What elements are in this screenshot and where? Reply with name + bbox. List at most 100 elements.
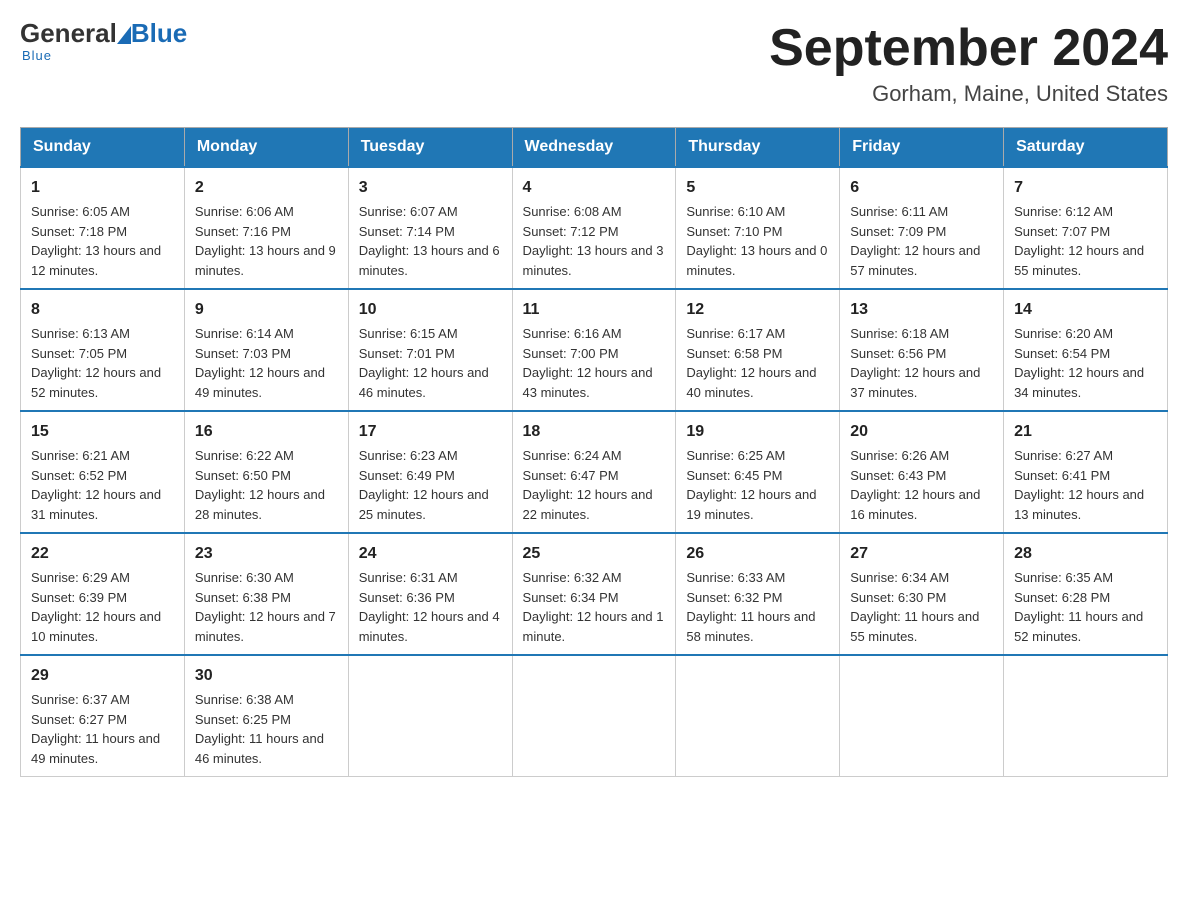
day-info: Sunrise: 6:11 AMSunset: 7:09 PMDaylight:…	[850, 204, 980, 278]
calendar-day-cell: 11Sunrise: 6:16 AMSunset: 7:00 PMDayligh…	[512, 289, 676, 411]
calendar-day-cell	[676, 655, 840, 777]
day-number: 9	[195, 298, 338, 322]
day-info: Sunrise: 6:08 AMSunset: 7:12 PMDaylight:…	[523, 204, 664, 278]
day-number: 16	[195, 420, 338, 444]
day-number: 5	[686, 176, 829, 200]
day-info: Sunrise: 6:15 AMSunset: 7:01 PMDaylight:…	[359, 326, 489, 400]
calendar-day-cell	[1004, 655, 1168, 777]
day-info: Sunrise: 6:25 AMSunset: 6:45 PMDaylight:…	[686, 448, 816, 522]
day-number: 4	[523, 176, 666, 200]
day-info: Sunrise: 6:07 AMSunset: 7:14 PMDaylight:…	[359, 204, 500, 278]
calendar-header-wednesday: Wednesday	[512, 128, 676, 168]
calendar-day-cell: 18 Sunrise: 6:24 AMSunset: 6:47 PMDayligh…	[512, 411, 676, 533]
calendar-header-thursday: Thursday	[676, 128, 840, 168]
day-number: 22	[31, 542, 174, 566]
calendar-day-cell: 7 Sunrise: 6:12 AMSunset: 7:07 PMDaylight…	[1004, 167, 1168, 289]
day-number: 27	[850, 542, 993, 566]
day-number: 18	[523, 420, 666, 444]
calendar-day-cell: 6 Sunrise: 6:11 AMSunset: 7:09 PMDaylight…	[840, 167, 1004, 289]
calendar-day-cell: 2 Sunrise: 6:06 AMSunset: 7:16 PMDaylight…	[184, 167, 348, 289]
logo-general-text: General	[20, 20, 117, 46]
day-number: 19	[686, 420, 829, 444]
calendar-day-cell: 24Sunrise: 6:31 AMSunset: 6:36 PMDayligh…	[348, 533, 512, 655]
day-number: 1	[31, 176, 174, 200]
calendar-day-cell: 28Sunrise: 6:35 AMSunset: 6:28 PMDayligh…	[1004, 533, 1168, 655]
title-area: September 2024 Gorham, Maine, United Sta…	[769, 20, 1168, 107]
calendar-day-cell: 20Sunrise: 6:26 AMSunset: 6:43 PMDayligh…	[840, 411, 1004, 533]
day-number: 10	[359, 298, 502, 322]
logo-blue-text: Blue	[131, 20, 187, 46]
day-info: Sunrise: 6:20 AMSunset: 6:54 PMDaylight:…	[1014, 326, 1144, 400]
day-info: Sunrise: 6:17 AMSunset: 6:58 PMDaylight:…	[686, 326, 816, 400]
day-info: Sunrise: 6:10 AMSunset: 7:10 PMDaylight:…	[686, 204, 827, 278]
day-number: 30	[195, 664, 338, 688]
day-info: Sunrise: 6:23 AMSunset: 6:49 PMDaylight:…	[359, 448, 489, 522]
calendar-day-cell: 30 Sunrise: 6:38 AMSunset: 6:25 PMDayligh…	[184, 655, 348, 777]
calendar-day-cell: 10 Sunrise: 6:15 AMSunset: 7:01 PMDayligh…	[348, 289, 512, 411]
calendar-day-cell: 5 Sunrise: 6:10 AMSunset: 7:10 PMDaylight…	[676, 167, 840, 289]
day-info: Sunrise: 6:05 AMSunset: 7:18 PMDaylight:…	[31, 204, 161, 278]
calendar-header-sunday: Sunday	[21, 128, 185, 168]
calendar-day-cell: 17 Sunrise: 6:23 AMSunset: 6:49 PMDayligh…	[348, 411, 512, 533]
day-info: Sunrise: 6:38 AMSunset: 6:25 PMDaylight:…	[195, 692, 324, 766]
calendar-week-row: 1 Sunrise: 6:05 AMSunset: 7:18 PMDaylight…	[21, 167, 1168, 289]
day-info: Sunrise: 6:24 AMSunset: 6:47 PMDaylight:…	[523, 448, 653, 522]
calendar-day-cell: 15Sunrise: 6:21 AMSunset: 6:52 PMDayligh…	[21, 411, 185, 533]
calendar-table: SundayMondayTuesdayWednesdayThursdayFrid…	[20, 127, 1168, 777]
calendar-day-cell: 27 Sunrise: 6:34 AMSunset: 6:30 PMDayligh…	[840, 533, 1004, 655]
calendar-day-cell: 8Sunrise: 6:13 AMSunset: 7:05 PMDaylight…	[21, 289, 185, 411]
day-number: 2	[195, 176, 338, 200]
day-number: 8	[31, 298, 174, 322]
calendar-week-row: 29 Sunrise: 6:37 AMSunset: 6:27 PMDayligh…	[21, 655, 1168, 777]
day-number: 12	[686, 298, 829, 322]
calendar-day-cell: 21 Sunrise: 6:27 AMSunset: 6:41 PMDayligh…	[1004, 411, 1168, 533]
calendar-week-row: 8Sunrise: 6:13 AMSunset: 7:05 PMDaylight…	[21, 289, 1168, 411]
calendar-day-cell	[348, 655, 512, 777]
logo-underline: Blue	[22, 48, 52, 63]
day-number: 7	[1014, 176, 1157, 200]
month-title: September 2024	[769, 20, 1168, 77]
calendar-day-cell: 16 Sunrise: 6:22 AMSunset: 6:50 PMDayligh…	[184, 411, 348, 533]
day-info: Sunrise: 6:34 AMSunset: 6:30 PMDaylight:…	[850, 570, 979, 644]
calendar-day-cell: 12 Sunrise: 6:17 AMSunset: 6:58 PMDayligh…	[676, 289, 840, 411]
day-number: 13	[850, 298, 993, 322]
day-number: 29	[31, 664, 174, 688]
page-header: General Blue Blue September 2024 Gorham,…	[20, 20, 1168, 107]
day-number: 26	[686, 542, 829, 566]
calendar-week-row: 22 Sunrise: 6:29 AMSunset: 6:39 PMDayligh…	[21, 533, 1168, 655]
day-number: 25	[523, 542, 666, 566]
day-info: Sunrise: 6:30 AMSunset: 6:38 PMDaylight:…	[195, 570, 336, 644]
day-info: Sunrise: 6:33 AMSunset: 6:32 PMDaylight:…	[686, 570, 815, 644]
day-info: Sunrise: 6:29 AMSunset: 6:39 PMDaylight:…	[31, 570, 161, 644]
calendar-day-cell	[512, 655, 676, 777]
day-number: 17	[359, 420, 502, 444]
calendar-day-cell: 4 Sunrise: 6:08 AMSunset: 7:12 PMDaylight…	[512, 167, 676, 289]
calendar-day-cell: 29 Sunrise: 6:37 AMSunset: 6:27 PMDayligh…	[21, 655, 185, 777]
calendar-header-monday: Monday	[184, 128, 348, 168]
day-info: Sunrise: 6:18 AMSunset: 6:56 PMDaylight:…	[850, 326, 980, 400]
day-number: 24	[359, 542, 502, 566]
day-info: Sunrise: 6:12 AMSunset: 7:07 PMDaylight:…	[1014, 204, 1144, 278]
calendar-day-cell: 9Sunrise: 6:14 AMSunset: 7:03 PMDaylight…	[184, 289, 348, 411]
calendar-day-cell: 3Sunrise: 6:07 AMSunset: 7:14 PMDaylight…	[348, 167, 512, 289]
calendar-header-friday: Friday	[840, 128, 1004, 168]
day-number: 11	[523, 298, 666, 322]
calendar-header-tuesday: Tuesday	[348, 128, 512, 168]
day-info: Sunrise: 6:22 AMSunset: 6:50 PMDaylight:…	[195, 448, 325, 522]
logo-triangle-icon	[117, 26, 131, 44]
calendar-day-cell: 26 Sunrise: 6:33 AMSunset: 6:32 PMDayligh…	[676, 533, 840, 655]
day-info: Sunrise: 6:27 AMSunset: 6:41 PMDaylight:…	[1014, 448, 1144, 522]
calendar-day-cell: 14 Sunrise: 6:20 AMSunset: 6:54 PMDayligh…	[1004, 289, 1168, 411]
logo: General Blue Blue	[20, 20, 187, 63]
day-number: 6	[850, 176, 993, 200]
calendar-day-cell: 19 Sunrise: 6:25 AMSunset: 6:45 PMDayligh…	[676, 411, 840, 533]
day-number: 20	[850, 420, 993, 444]
day-info: Sunrise: 6:06 AMSunset: 7:16 PMDaylight:…	[195, 204, 336, 278]
day-info: Sunrise: 6:37 AMSunset: 6:27 PMDaylight:…	[31, 692, 160, 766]
calendar-week-row: 15Sunrise: 6:21 AMSunset: 6:52 PMDayligh…	[21, 411, 1168, 533]
day-number: 21	[1014, 420, 1157, 444]
location-title: Gorham, Maine, United States	[769, 81, 1168, 107]
day-info: Sunrise: 6:21 AMSunset: 6:52 PMDaylight:…	[31, 448, 161, 522]
day-number: 14	[1014, 298, 1157, 322]
calendar-header-row: SundayMondayTuesdayWednesdayThursdayFrid…	[21, 128, 1168, 168]
